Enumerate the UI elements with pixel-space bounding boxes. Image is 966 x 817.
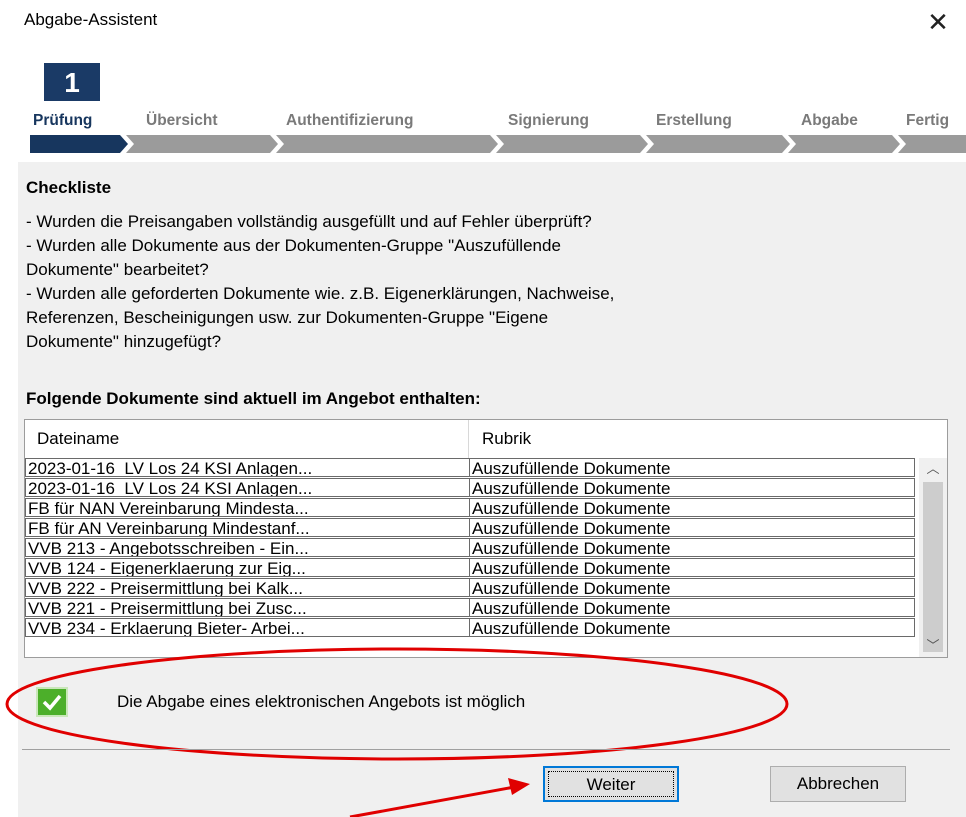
- progress-segment: [788, 135, 900, 153]
- divider: [22, 749, 950, 750]
- checkmark-icon: [36, 687, 68, 717]
- next-button[interactable]: Weiter: [543, 766, 679, 802]
- cell-dateiname: VVB 234 - Erklaerung Bieter- Arbei...: [25, 618, 470, 637]
- cell-rubrik: Auszufüllende Dokumente: [469, 538, 915, 557]
- progress-segment-active: [30, 135, 128, 153]
- step-pruefung: Prüfung: [33, 112, 93, 129]
- table-row[interactable]: FB für AN Vereinbarung Mindestanf... Ausz…: [25, 518, 915, 537]
- table-header: Dateiname Rubrik: [25, 420, 915, 459]
- progress-segment: [126, 135, 278, 153]
- cell-rubrik: Auszufüllende Dokumente: [469, 498, 915, 517]
- cell-dateiname: VVB 222 - Preisermittlung bei Kalk...: [25, 578, 470, 597]
- window-title: Abgabe-Assistent: [24, 10, 158, 29]
- documents-table[interactable]: Dateiname Rubrik 2023-01-16_LV Los 24 KS…: [24, 419, 948, 658]
- cell-rubrik: Auszufüllende Dokumente: [469, 458, 915, 477]
- close-icon[interactable]: ✕: [916, 4, 960, 40]
- cell-dateiname: VVB 124 - Eigenerklaerung zur Eig...: [25, 558, 470, 577]
- progress-segment: [496, 135, 648, 153]
- table-row[interactable]: 2023-01-16_LV Los 24 KSI Anlagen... Auszu…: [25, 478, 915, 497]
- cell-dateiname: 2023-01-16_LV Los 24 KSI Anlagen...: [25, 478, 470, 497]
- wizard-steps: Prüfung Übersicht Authentifizierung Sign…: [0, 112, 966, 136]
- vertical-scrollbar[interactable]: ︿ ﹀: [919, 458, 947, 657]
- cell-rubrik: Auszufüllende Dokumente: [469, 478, 915, 497]
- cell-dateiname: VVB 221 - Preisermittlung bei Zusc...: [25, 598, 470, 617]
- wizard-progress-bar: [30, 135, 966, 153]
- chevron-down-icon[interactable]: ﹀: [919, 635, 947, 657]
- step-erstellung: Erstellung: [656, 112, 732, 129]
- cell-rubrik: Auszufüllende Dokumente: [469, 618, 915, 637]
- step-fertig: Fertig: [906, 112, 950, 129]
- chevron-up-icon[interactable]: ︿: [919, 458, 947, 480]
- step-authentifizierung: Authentifizierung: [286, 112, 414, 129]
- documents-heading: Folgende Dokumente sind aktuell im Angeb…: [26, 389, 481, 408]
- table-row[interactable]: VVB 221 - Preisermittlung bei Zusc... Aus…: [25, 598, 915, 617]
- step-signierung: Signierung: [508, 112, 589, 129]
- checklist-text: - Wurden die Preisangaben vollständig au…: [26, 212, 615, 351]
- step-uebersicht: Übersicht: [146, 112, 218, 129]
- status-message: Die Abgabe eines elektronischen Angebots…: [117, 692, 526, 711]
- table-row[interactable]: VVB 222 - Preisermittlung bei Kalk... Aus…: [25, 578, 915, 597]
- cell-dateiname: FB für AN Vereinbarung Mindestanf...: [25, 518, 470, 537]
- column-header-dateiname[interactable]: Dateiname: [37, 429, 119, 449]
- cell-dateiname: FB für NAN Vereinbarung Mindesta...: [25, 498, 470, 517]
- table-row[interactable]: FB für NAN Vereinbarung Mindesta... Auszu…: [25, 498, 915, 517]
- column-header-rubrik[interactable]: Rubrik: [482, 429, 531, 449]
- cell-rubrik: Auszufüllende Dokumente: [469, 558, 915, 577]
- title-bar: Abgabe-Assistent ✕: [0, 0, 966, 46]
- step-number-badge: 1: [44, 63, 100, 101]
- progress-segment: [898, 135, 966, 153]
- table-row[interactable]: VVB 213 - Angebotsschreiben - Ein... Ausz…: [25, 538, 915, 557]
- cell-dateiname: 2023-01-16_LV Los 24 KSI Anlagen...: [25, 458, 470, 477]
- table-row[interactable]: 2023-01-16_LV Los 24 KSI Anlagen... Auszu…: [25, 458, 915, 477]
- cell-rubrik: Auszufüllende Dokumente: [469, 598, 915, 617]
- progress-segment: [276, 135, 498, 153]
- table-row[interactable]: VVB 234 - Erklaerung Bieter- Arbei... Aus…: [25, 618, 915, 637]
- cell-rubrik: Auszufüllende Dokumente: [469, 518, 915, 537]
- step-abgabe: Abgabe: [801, 112, 858, 129]
- cell-dateiname: VVB 213 - Angebotsschreiben - Ein...: [25, 538, 470, 557]
- table-row[interactable]: VVB 124 - Eigenerklaerung zur Eig... Ausz…: [25, 558, 915, 577]
- progress-segment: [646, 135, 790, 153]
- checklist-heading: Checkliste: [26, 178, 112, 197]
- cancel-button-label: Abbrechen: [796, 774, 880, 793]
- scrollbar-thumb[interactable]: [923, 482, 943, 652]
- cancel-button[interactable]: Abbrechen: [770, 766, 906, 802]
- cell-rubrik: Auszufüllende Dokumente: [469, 578, 915, 597]
